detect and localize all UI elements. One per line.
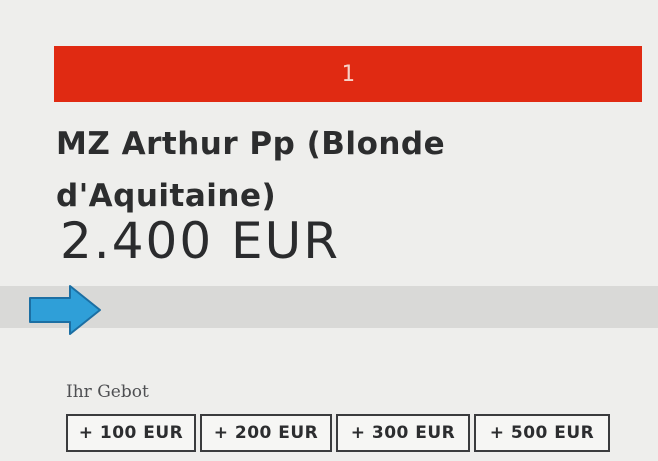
lot-banner: 1	[54, 46, 642, 102]
bid-plus-100-button[interactable]: + 100 EUR	[66, 414, 196, 452]
bid-plus-500-button[interactable]: + 500 EUR	[474, 414, 610, 452]
current-price: 2.400 EUR	[60, 212, 340, 270]
arrow-right-icon	[29, 285, 101, 335]
lot-number: 1	[341, 61, 355, 87]
bid-plus-300-button[interactable]: + 300 EUR	[336, 414, 470, 452]
bid-plus-200-button[interactable]: + 200 EUR	[200, 414, 332, 452]
bid-label: Ihr Gebot	[66, 382, 149, 402]
bid-increment-buttons: + 100 EUR + 200 EUR + 300 EUR + 500 EUR	[66, 414, 610, 452]
lot-title: MZ Arthur Pp (Blonde d'Aquitaine)	[56, 126, 446, 214]
auction-screen: 1 MZ Arthur Pp (Blonde d'Aquitaine) 2.40…	[0, 0, 658, 461]
